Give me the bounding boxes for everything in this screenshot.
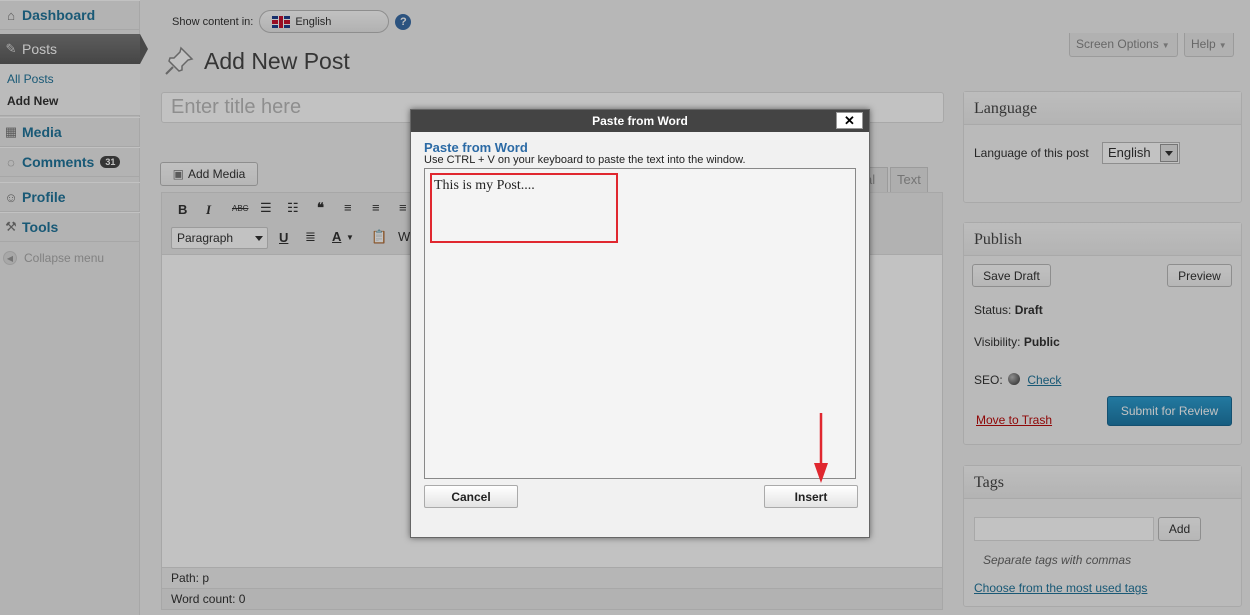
- dialog-heading: Paste from Word: [424, 140, 528, 155]
- insert-button[interactable]: Insert: [764, 485, 858, 508]
- paste-from-word-dialog: Paste from Word ✕ Paste from Word Use CT…: [410, 109, 870, 538]
- dialog-instructions: Use CTRL + V on your keyboard to paste t…: [424, 154, 746, 166]
- close-icon[interactable]: ✕: [836, 112, 863, 129]
- cancel-button[interactable]: Cancel: [424, 485, 518, 508]
- annotation-highlight-box: [430, 173, 618, 243]
- dialog-title: Paste from Word: [592, 114, 688, 128]
- annotation-arrow-icon: [814, 413, 828, 483]
- paste-area[interactable]: This is my Post....: [424, 168, 856, 479]
- dialog-titlebar: Paste from Word ✕: [411, 110, 869, 132]
